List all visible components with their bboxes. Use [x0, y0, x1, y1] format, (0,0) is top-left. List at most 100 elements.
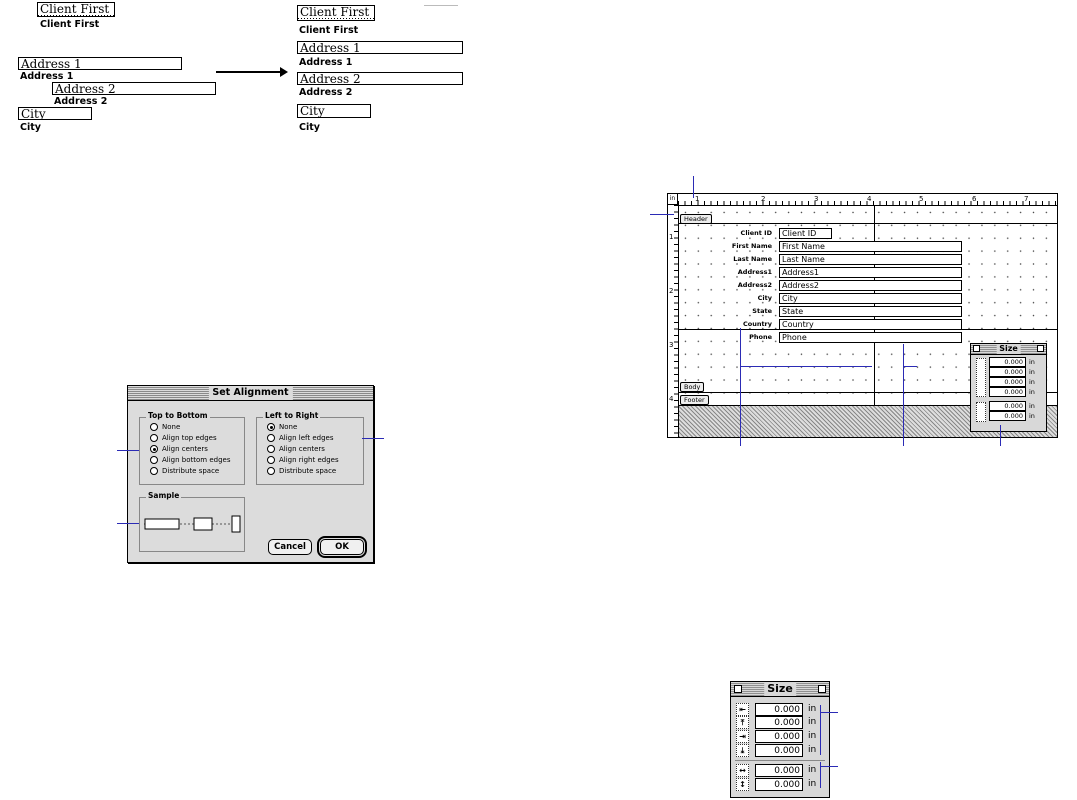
- callout-line: [362, 438, 384, 439]
- field-last-name[interactable]: Last Name: [779, 254, 962, 265]
- lr-option-align-right-edges[interactable]: Align right edges: [267, 455, 339, 466]
- width-value-field[interactable]: 0.000: [755, 764, 803, 777]
- before-field-address-1[interactable]: Address 1: [18, 57, 182, 70]
- label-address2[interactable]: Address2: [738, 281, 772, 289]
- header-separator: [679, 223, 1057, 224]
- callout-line: [820, 712, 838, 713]
- radio-icon[interactable]: [267, 445, 275, 453]
- radio-icon[interactable]: [267, 467, 275, 475]
- lr-option-align-centers[interactable]: Align centers: [267, 444, 325, 455]
- right-value-field[interactable]: 0.000: [755, 730, 803, 743]
- top-value-field[interactable]: 0.000: [989, 367, 1026, 377]
- before-label-client-first: Client First: [40, 19, 100, 30]
- sample-group: Sample: [139, 491, 245, 552]
- unit-label: in: [808, 704, 817, 714]
- size-palette-small[interactable]: Size 0.000 in 0.000 in 0.000 in 0.000 in…: [970, 343, 1047, 432]
- radio-selected-icon[interactable]: [150, 445, 158, 453]
- top-value-field[interactable]: 0.000: [755, 716, 803, 729]
- edge-icons-group: [976, 358, 986, 397]
- sample-box-3: [231, 515, 241, 533]
- header-part-tab[interactable]: Header: [680, 214, 712, 224]
- after-field-address-1[interactable]: Address 1: [297, 41, 463, 54]
- label-country[interactable]: Country: [743, 320, 772, 328]
- close-box-icon[interactable]: [734, 685, 742, 693]
- bottom-edge-icon: ⤓: [736, 744, 749, 757]
- radio-icon[interactable]: [150, 467, 158, 475]
- radio-icon[interactable]: [150, 423, 158, 431]
- radio-icon[interactable]: [150, 434, 158, 442]
- label-client-id[interactable]: Client ID: [741, 229, 772, 237]
- tb-option-align-centers[interactable]: Align centers: [150, 444, 208, 455]
- after-field-address-2[interactable]: Address 2: [297, 72, 463, 85]
- field-city[interactable]: City: [779, 293, 962, 304]
- horizontal-ruler: 1 2 3 4 5 6 7: [678, 194, 1057, 206]
- tb-option-align-top-edges[interactable]: Align top edges: [150, 433, 217, 444]
- tb-option-distribute-space[interactable]: Distribute space: [150, 466, 219, 477]
- footer-part-tab[interactable]: Footer: [680, 395, 709, 405]
- field-state[interactable]: State: [779, 306, 962, 317]
- radio-icon[interactable]: [150, 456, 158, 464]
- top-to-bottom-title: Top to Bottom: [146, 411, 210, 420]
- lr-option-distribute-space[interactable]: Distribute space: [267, 466, 336, 477]
- callout-line: [693, 176, 694, 198]
- size-palette-titlebar[interactable]: Size: [731, 682, 829, 697]
- tb-option-align-bottom-edges[interactable]: Align bottom edges: [150, 455, 230, 466]
- field-client-id[interactable]: Client ID: [779, 228, 832, 239]
- after-label-city: City: [299, 122, 320, 133]
- label-state[interactable]: State: [752, 307, 772, 315]
- height-icon: ↕: [736, 778, 749, 791]
- before-label-address-2: Address 2: [54, 96, 108, 107]
- bottom-value-field[interactable]: 0.000: [989, 387, 1026, 397]
- after-field-city[interactable]: City: [297, 104, 371, 118]
- radio-icon[interactable]: [267, 456, 275, 464]
- layout-editor: in 1 2 3 4 5 6 7 1 2 3 4 Header Body Foo…: [667, 193, 1058, 438]
- field-address2[interactable]: Address2: [779, 280, 962, 291]
- after-label-address-2: Address 2: [299, 87, 353, 96]
- height-value-field[interactable]: 0.000: [989, 411, 1026, 421]
- left-value-field[interactable]: 0.000: [989, 357, 1026, 367]
- field-country[interactable]: Country: [779, 319, 962, 330]
- label-first-name[interactable]: First Name: [732, 242, 772, 250]
- after-label-address-1: Address 1: [299, 57, 353, 68]
- label-city[interactable]: City: [758, 294, 772, 302]
- label-phone[interactable]: Phone: [749, 333, 772, 341]
- size-palette-title: Size: [764, 682, 796, 696]
- before-field-city[interactable]: City: [18, 107, 92, 120]
- field-phone[interactable]: Phone: [779, 332, 962, 343]
- unit-label: in: [808, 765, 817, 775]
- cancel-button[interactable]: Cancel: [268, 539, 312, 555]
- zoom-box-icon[interactable]: [1037, 345, 1044, 352]
- sample-preview: [144, 515, 241, 533]
- callout-line: [903, 366, 917, 367]
- before-label-address-1: Address 1: [20, 71, 74, 82]
- height-value-field[interactable]: 0.000: [755, 778, 803, 791]
- field-address1[interactable]: Address1: [779, 267, 962, 278]
- before-field-client-first[interactable]: Client First: [37, 2, 115, 17]
- dialog-titlebar[interactable]: Set Alignment: [128, 386, 373, 401]
- body-part-tab[interactable]: Body: [680, 382, 705, 392]
- before-field-address-2[interactable]: Address 2: [52, 82, 216, 95]
- close-box-icon[interactable]: [973, 345, 980, 352]
- label-address1[interactable]: Address1: [738, 268, 772, 276]
- callout-line: [117, 523, 139, 524]
- label-last-name[interactable]: Last Name: [733, 255, 772, 263]
- lr-option-align-left-edges[interactable]: Align left edges: [267, 433, 334, 444]
- field-first-name[interactable]: First Name: [779, 241, 962, 252]
- ok-button[interactable]: OK: [317, 536, 367, 558]
- radio-selected-icon[interactable]: [267, 423, 275, 431]
- after-field-client-first[interactable]: Client First: [297, 5, 375, 21]
- bottom-value-field[interactable]: 0.000: [755, 744, 803, 757]
- width-value-field[interactable]: 0.000: [989, 401, 1026, 411]
- callout-line: [820, 766, 838, 767]
- tb-option-none[interactable]: None: [150, 422, 180, 433]
- lr-option-none[interactable]: None: [267, 422, 297, 433]
- size-palette-small-titlebar[interactable]: Size: [971, 344, 1046, 355]
- radio-icon[interactable]: [267, 434, 275, 442]
- right-value-field[interactable]: 0.000: [989, 377, 1026, 387]
- zoom-box-icon[interactable]: [818, 685, 826, 693]
- size-icons-group: [976, 402, 986, 422]
- left-value-field[interactable]: 0.000: [755, 703, 803, 716]
- left-to-right-group: Left to Right None Align left edges Alig…: [256, 411, 364, 485]
- unit-label: in: [808, 731, 817, 741]
- size-palette[interactable]: Size ⇤ ⤒ ⇥ ⤓ ↔ ↕ 0.000 in 0.000 in 0.000…: [730, 681, 830, 798]
